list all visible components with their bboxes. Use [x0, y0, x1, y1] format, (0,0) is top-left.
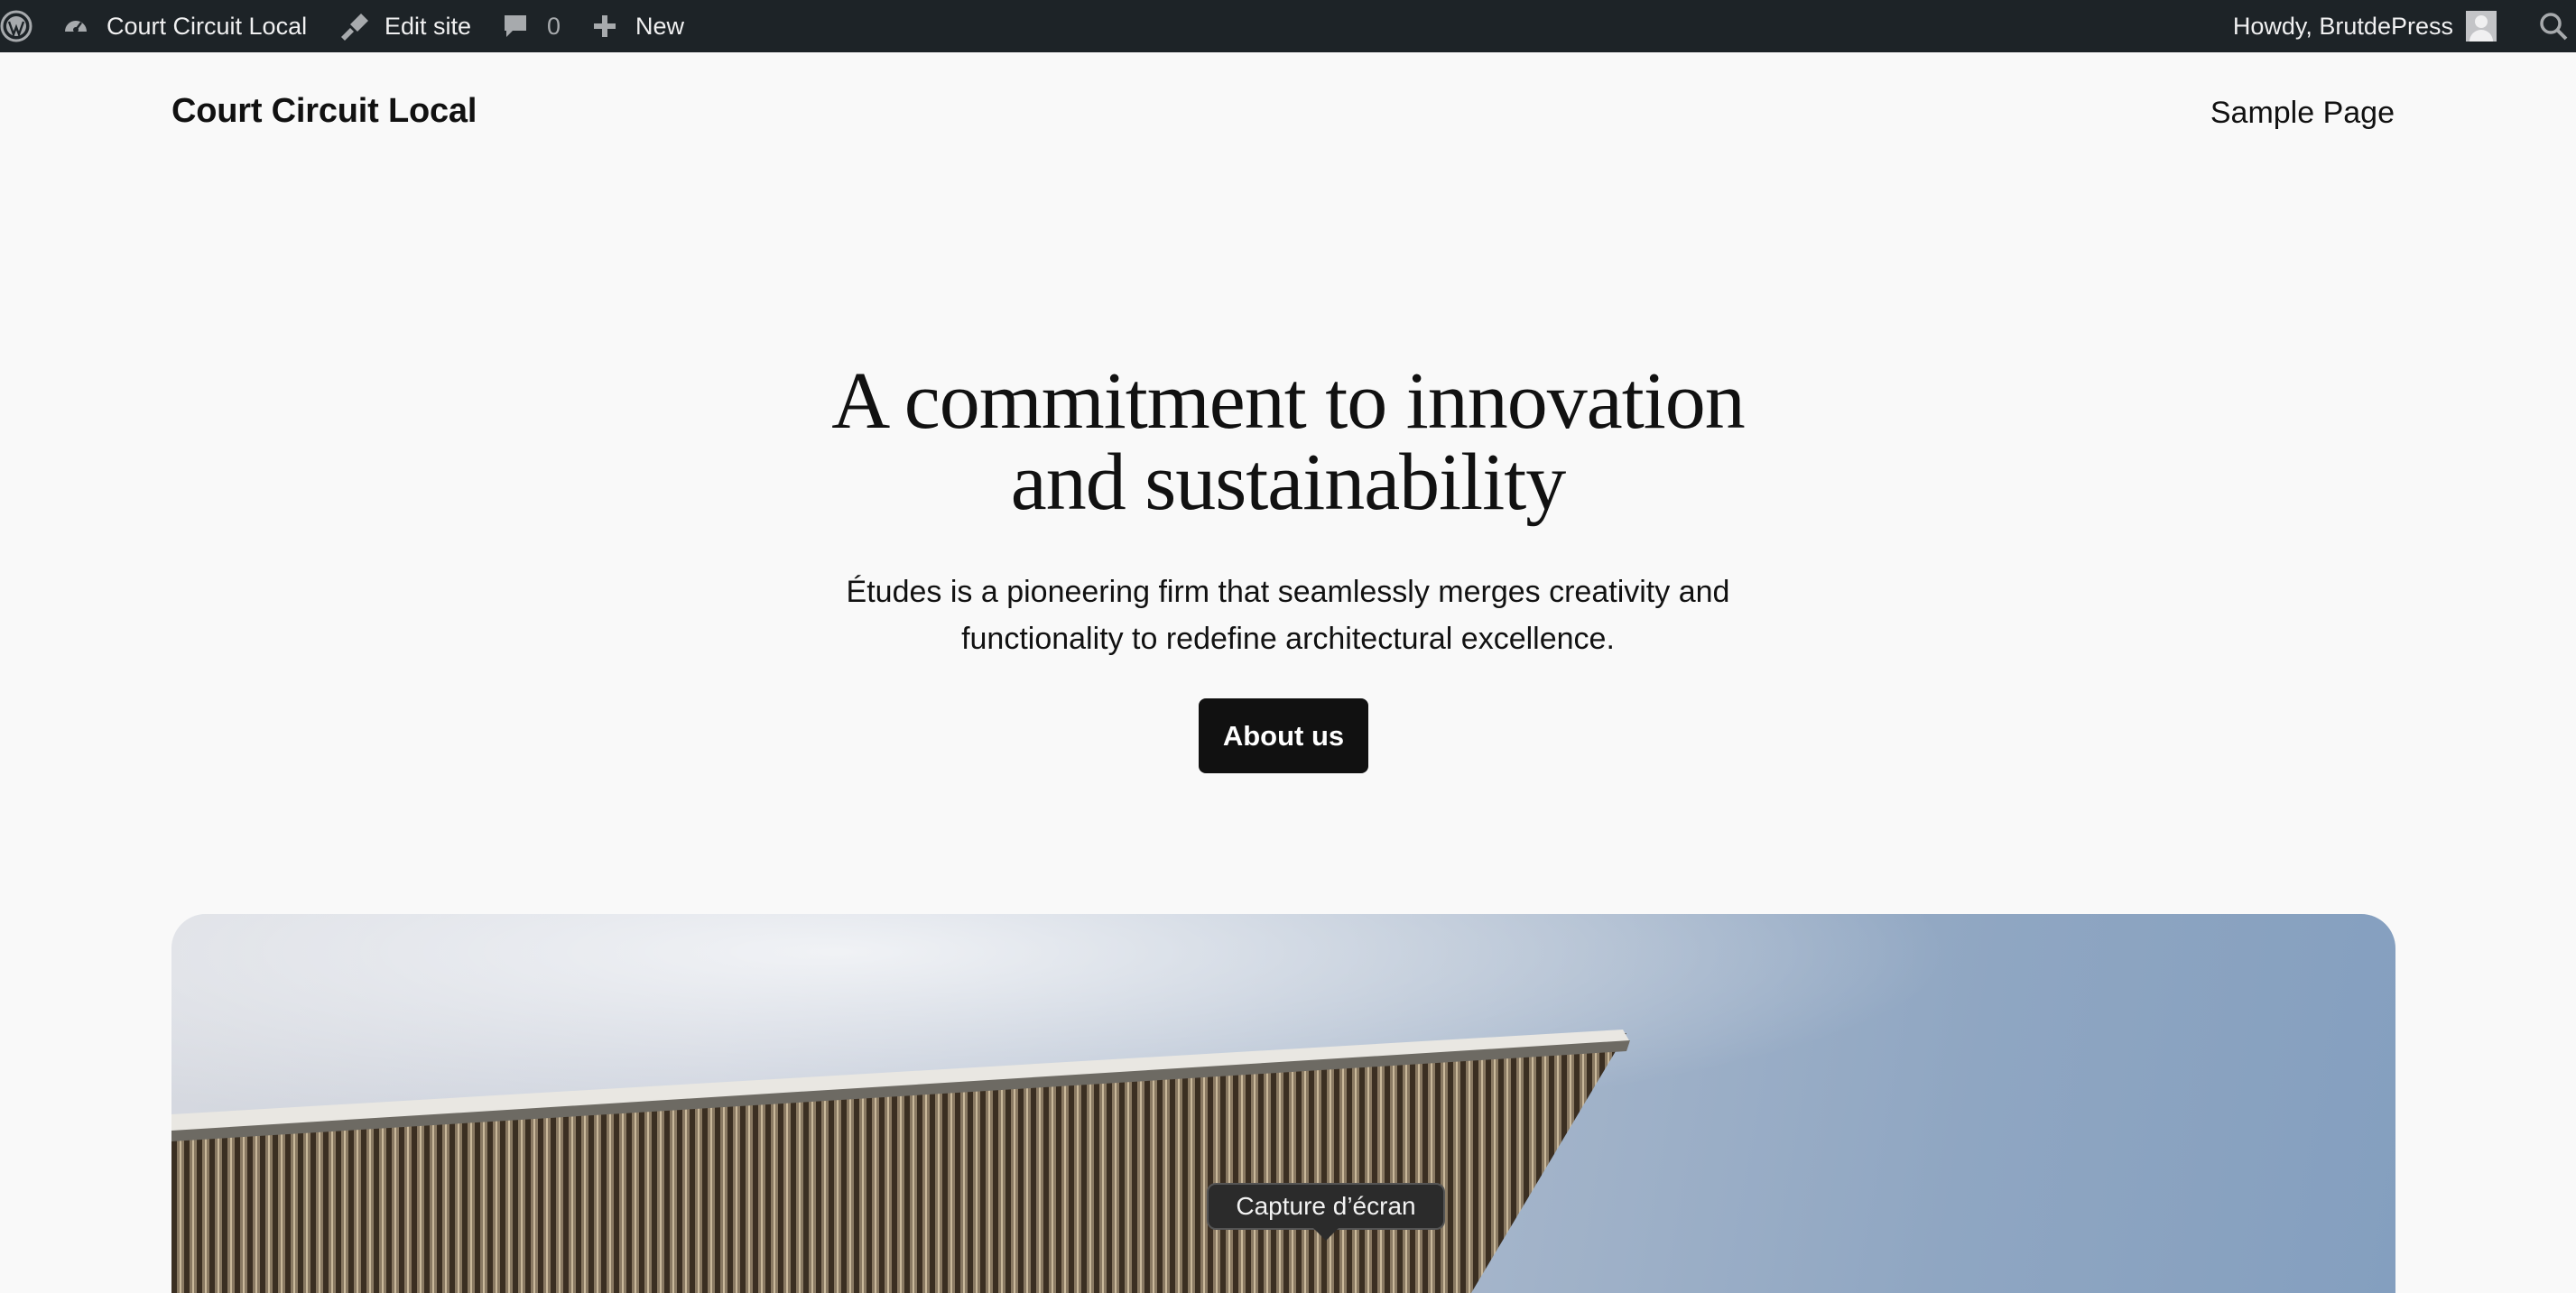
wordpress-logo-icon[interactable] [0, 10, 32, 42]
comments-link[interactable]: 0 [502, 0, 561, 52]
new-content-link[interactable]: New [592, 0, 684, 52]
hero-subtitle: Études is a pioneering firm that seamles… [746, 568, 1830, 662]
my-account-link[interactable]: Howdy, BrutdePress [2233, 0, 2497, 52]
admin-bar-site-link[interactable]: Court Circuit Local [61, 0, 307, 52]
hero-subtitle-line: functionality to redefine architectural … [961, 622, 1615, 656]
avatar [2466, 11, 2497, 42]
site-title[interactable]: Court Circuit Local [171, 92, 477, 131]
nav-link-sample-page[interactable]: Sample Page [2210, 96, 2395, 131]
hero-heading-line: A commitment to innovation [831, 356, 1745, 446]
screenshot-tooltip: Capture d’écran [1207, 1183, 1445, 1230]
hero-heading-line: and sustainability [1010, 438, 1566, 527]
cover-image [171, 914, 2395, 1293]
new-label: New [635, 12, 685, 40]
admin-bar: Court Circuit Local Edit site 0 New Howd… [0, 0, 2576, 52]
about-us-button[interactable]: About us [1199, 698, 1368, 773]
dashboard-icon [61, 12, 90, 41]
howdy-text: Howdy, BrutdePress [2232, 12, 2453, 40]
plus-icon [592, 14, 617, 39]
hero-subtitle-line: Études is a pioneering firm that seamles… [846, 575, 1730, 609]
admin-bar-site-name: Court Circuit Local [107, 12, 308, 40]
tooltip-arrow [1313, 1228, 1339, 1241]
brush-icon [338, 12, 370, 41]
edit-site-label: Edit site [385, 12, 472, 40]
search-icon[interactable] [2538, 11, 2569, 42]
comments-count: 0 [547, 12, 561, 40]
comment-icon [502, 13, 529, 40]
hero-heading: A commitment to innovation and sustainab… [746, 361, 1830, 523]
edit-site-link[interactable]: Edit site [338, 0, 471, 52]
